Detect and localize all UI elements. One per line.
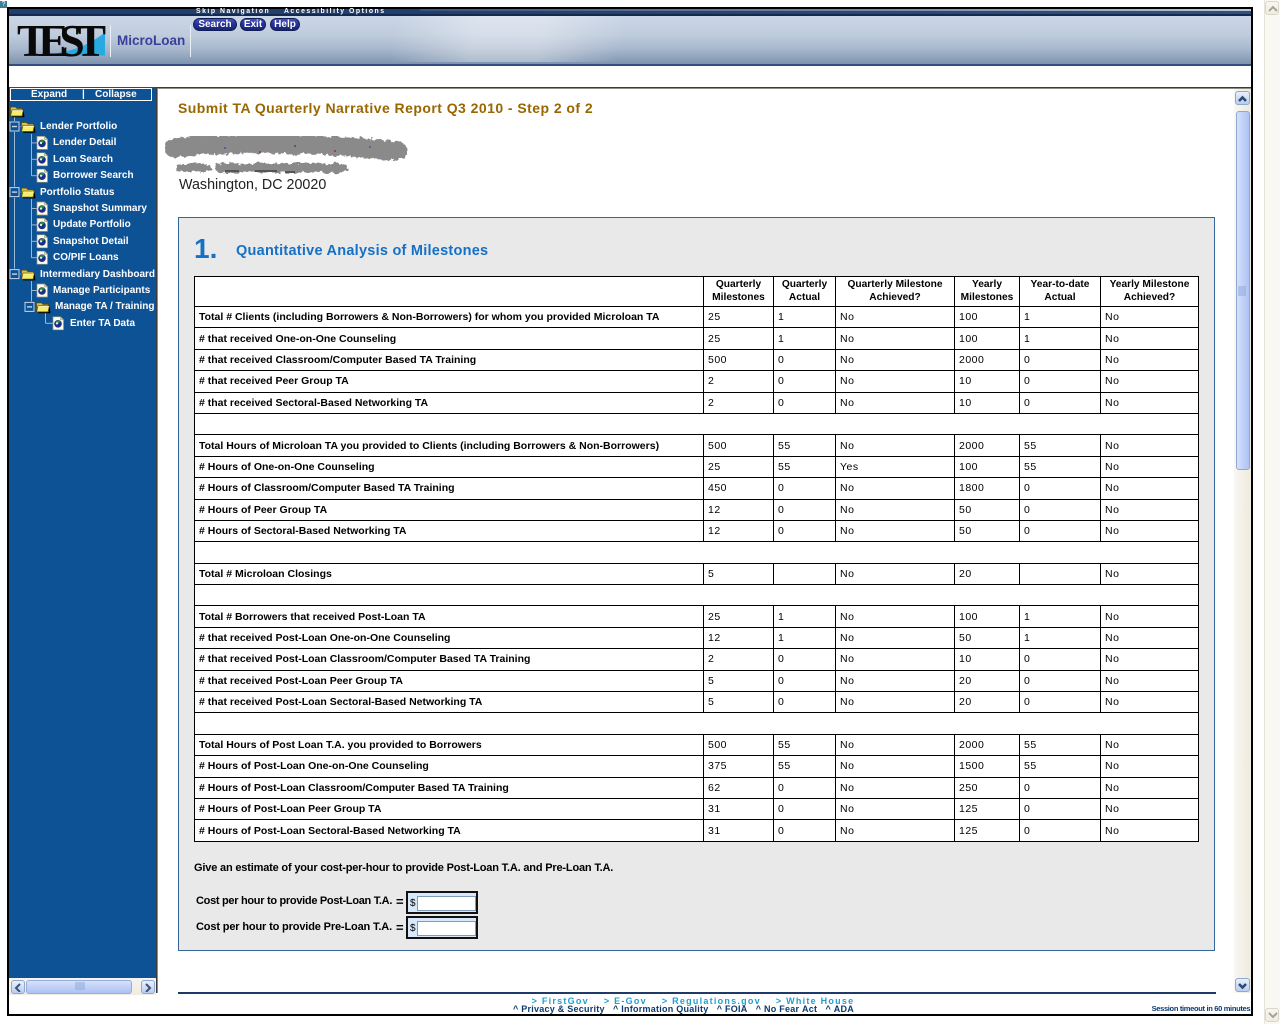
svg-text:TEST: TEST: [17, 17, 106, 61]
